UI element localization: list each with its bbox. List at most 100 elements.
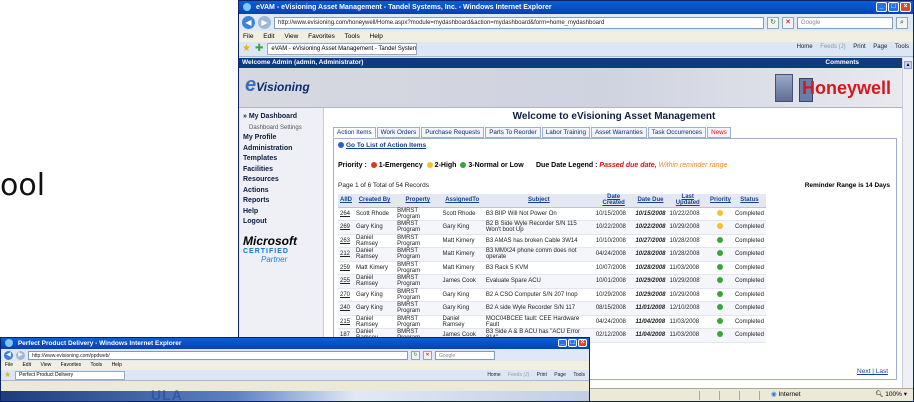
tools-button[interactable]: Tools (573, 372, 585, 378)
menu-favorites[interactable]: Favorites (308, 33, 335, 40)
search-input[interactable]: Google (797, 16, 893, 29)
menu-edit[interactable]: Edit (22, 362, 31, 368)
col-aiid[interactable]: AIID (338, 194, 354, 208)
stop-icon[interactable]: ✕ (423, 350, 432, 360)
tab-work-orders[interactable]: Work Orders (376, 127, 421, 138)
back-arrow-icon[interactable]: ◀ (242, 16, 255, 29)
forward-arrow-icon[interactable]: ▶ (258, 16, 271, 29)
table-row[interactable]: 215 Daniel Ramsey BMRST Program Daniel Rams… (338, 315, 766, 329)
table-row[interactable]: 212 Daniel Ramsey BMRST Program Matt Kimery… (338, 247, 766, 262)
sidebar-item-dashboard-settings[interactable]: Dashboard Settings (239, 123, 323, 134)
sidebar-item-my-profile[interactable]: My Profile (239, 133, 323, 144)
maximize-button[interactable]: □ (888, 2, 899, 12)
goto-action-items-link[interactable]: Go To List of Action Items (338, 142, 426, 149)
minimize-button[interactable]: _ (876, 2, 887, 12)
sidebar-item-facilities[interactable]: Facilities (239, 165, 323, 176)
feeds-button[interactable]: Feeds (J) (820, 44, 845, 50)
menu-help[interactable]: Help (112, 362, 122, 368)
col-date-due[interactable]: Date Due (633, 194, 668, 208)
home-button[interactable]: Home (487, 372, 500, 378)
address-input[interactable]: http://www.evisioning.com/ppdweb/ (28, 350, 408, 360)
minimize-button[interactable]: _ (558, 339, 567, 347)
comments-link[interactable]: Comments (825, 58, 859, 68)
tab-asset-warranties[interactable]: Asset Warranties (590, 127, 647, 138)
sidebar-item-my-dashboard[interactable]: » My Dashboard (239, 112, 323, 123)
menu-help[interactable]: Help (370, 33, 383, 40)
print-button[interactable]: Print (853, 44, 865, 50)
search-input[interactable]: Google (435, 350, 495, 360)
menu-view[interactable]: View (40, 362, 51, 368)
aiid-link[interactable]: 269 (338, 220, 354, 235)
print-button[interactable]: Print (537, 372, 547, 378)
col-priority[interactable]: Priority (707, 194, 733, 208)
sidebar-item-reports[interactable]: Reports (239, 196, 323, 207)
aiid-link[interactable]: 212 (338, 247, 354, 262)
table-row[interactable]: 263 Daniel Ramsey BMRST Program Matt Kimery… (338, 234, 766, 248)
tab-purchase-requests[interactable]: Purchase Requests (421, 127, 485, 138)
scroll-up-icon[interactable]: ▲ (904, 61, 912, 69)
close-button[interactable]: × (900, 2, 911, 12)
second-window-titlebar[interactable]: Perfect Product Delivery - Windows Inter… (1, 338, 589, 349)
aiid-link[interactable]: 259 (338, 261, 354, 275)
col-status[interactable]: Status (732, 194, 766, 208)
feeds-button[interactable]: Feeds (J) (508, 372, 529, 378)
tab-news[interactable]: News (707, 127, 731, 138)
col-last-updated[interactable]: Last Updated (667, 194, 708, 208)
refresh-icon[interactable]: ↻ (767, 16, 779, 29)
zoom-level[interactable]: 🔍︎ 100% ▾ (875, 389, 907, 401)
page-button[interactable]: Page (873, 44, 887, 50)
menu-file[interactable]: File (243, 33, 253, 40)
stop-icon[interactable]: ✕ (782, 16, 794, 29)
refresh-icon[interactable]: ↻ (411, 350, 420, 360)
table-row[interactable]: 255 Daniel Ramsey BMRST Program James Cook E… (338, 274, 766, 289)
col-date-created[interactable]: Date Created (593, 194, 634, 208)
close-button[interactable]: × (578, 339, 587, 347)
sidebar-item-templates[interactable]: Templates (239, 154, 323, 165)
tab-parts-to-reorder[interactable]: Parts To Reorder (485, 127, 541, 138)
col-property[interactable]: Property (395, 194, 441, 208)
tab-task-occurrences[interactable]: Task Occurrences (647, 127, 707, 138)
sidebar-item-administration[interactable]: Administration (239, 144, 323, 155)
add-favorite-icon[interactable]: ✚ (255, 44, 263, 54)
sidebar-item-logout[interactable]: Logout (239, 217, 323, 228)
aiid-link[interactable]: 264 (338, 207, 354, 221)
menu-tools[interactable]: Tools (345, 33, 360, 40)
menu-edit[interactable]: Edit (263, 33, 274, 40)
address-input[interactable]: http://www.evisioning.com/honeywell/Home… (274, 16, 764, 29)
tools-button[interactable]: Tools (895, 44, 909, 50)
menu-view[interactable]: View (284, 33, 298, 40)
table-row[interactable]: 270 Gary King BMRST Program Gary King B2 A C… (338, 288, 766, 302)
maximize-button[interactable]: □ (568, 339, 577, 347)
col-assigned-to[interactable]: AssignedTo (440, 194, 484, 208)
aiid-link[interactable]: 240 (338, 301, 354, 316)
col-subject[interactable]: Subject (483, 194, 594, 208)
aiid-link[interactable]: 263 (338, 234, 354, 248)
forward-arrow-icon[interactable]: ▶ (16, 350, 25, 360)
search-icon[interactable]: ⌕ (896, 16, 908, 29)
aiid-link[interactable]: 270 (338, 288, 354, 302)
vertical-scrollbar[interactable]: ▲ (902, 58, 913, 389)
pager-links[interactable]: Next | Last (857, 368, 888, 375)
browser-tab[interactable]: Perfect Product Delivery (15, 370, 126, 380)
main-window-titlebar[interactable]: eVAM - eVisioning Asset Management - Tan… (239, 1, 913, 14)
menu-file[interactable]: File (5, 362, 13, 368)
sidebar-item-resources[interactable]: Resources (239, 175, 323, 186)
home-button[interactable]: Home (797, 44, 813, 50)
sidebar-item-actions[interactable]: Actions (239, 186, 323, 197)
table-row[interactable]: 269 Gary King BMRST Program Gary King B2 B S… (338, 220, 766, 235)
menu-tools[interactable]: Tools (90, 362, 102, 368)
favorites-star-icon[interactable]: ★ (242, 44, 251, 54)
aiid-link[interactable]: 255 (338, 274, 354, 289)
table-row[interactable]: 264 Scott Rhode BMRST Program Scott Rhode B3… (338, 207, 766, 221)
col-created-by[interactable]: Created By (354, 194, 396, 208)
aiid-link[interactable]: 215 (338, 315, 354, 329)
menu-favorites[interactable]: Favorites (61, 362, 82, 368)
table-row[interactable]: 259 Matt Kimery BMRST Program Matt Kimery B3… (338, 261, 766, 275)
tab-action-items[interactable]: Action Items (333, 127, 376, 138)
browser-tab[interactable]: eVAM - eVisioning Asset Management - Tan… (267, 43, 418, 55)
evisioning-logo[interactable]: eVisioning (245, 74, 310, 97)
tab-labor-training[interactable]: Labor Training (541, 127, 590, 138)
back-arrow-icon[interactable]: ◀ (4, 350, 13, 360)
sidebar-item-help[interactable]: Help (239, 207, 323, 218)
page-button[interactable]: Page (554, 372, 566, 378)
